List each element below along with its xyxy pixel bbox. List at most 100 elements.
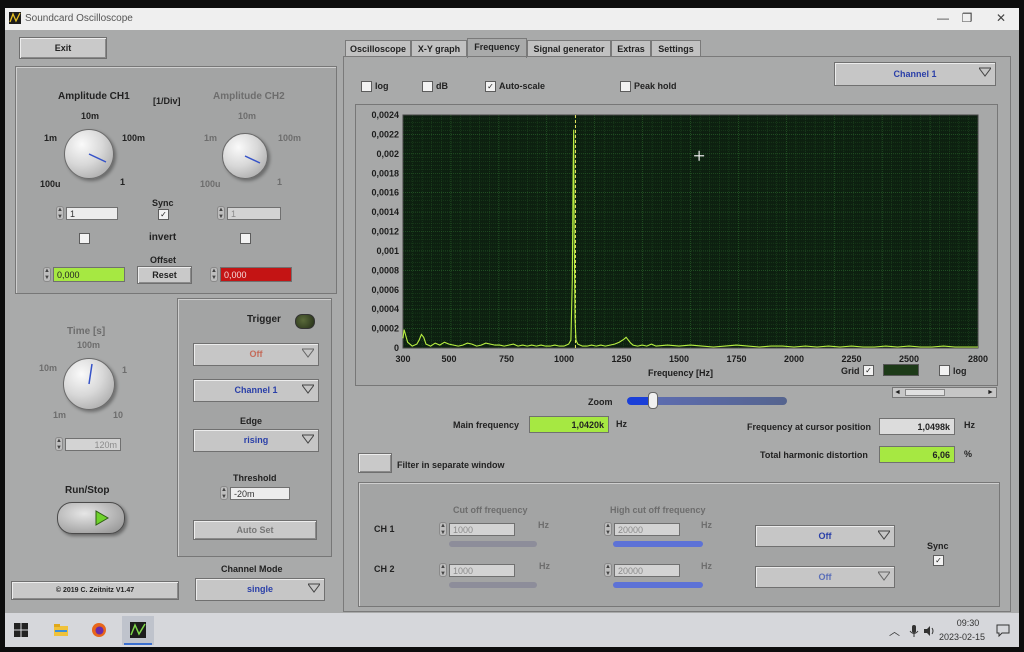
channel-select-dropdown[interactable]: Channel 1: [834, 62, 996, 86]
oscilloscope-taskbar-item[interactable]: [122, 616, 154, 645]
tab-extras[interactable]: Extras: [611, 40, 651, 57]
edge-dropdown[interactable]: rising: [193, 429, 319, 452]
chevron-down-icon: [302, 348, 314, 358]
log-y-checkbox[interactable]: [939, 365, 950, 376]
tab-settings[interactable]: Settings: [651, 40, 701, 57]
log-label: log: [375, 81, 389, 91]
peakhold-checkbox[interactable]: [620, 81, 631, 92]
channel-mode-dropdown[interactable]: single: [195, 578, 325, 601]
x-scrollbar[interactable]: ◄ ►: [892, 387, 997, 398]
ch2-offset-spinner[interactable]: ▲ ▼: [210, 267, 218, 282]
tab-signal-generator[interactable]: Signal generator: [527, 40, 611, 57]
ch1-scale-100u: 100u: [40, 179, 61, 189]
autoscale-checkbox[interactable]: ✓: [485, 81, 496, 92]
ch1-amp-spinner[interactable]: ▲ ▼: [56, 206, 64, 220]
autoset-button[interactable]: Auto Set: [193, 520, 317, 540]
filter-sync-checkbox[interactable]: ✓: [933, 555, 944, 566]
ch2-offset-field[interactable]: 0,000: [220, 267, 292, 282]
ch2-filter-dropdown[interactable]: Off: [755, 566, 895, 588]
threshold-label: Threshold: [233, 473, 277, 483]
ch2-amp-field[interactable]: 1: [227, 207, 281, 220]
ch2-highcut-slider[interactable]: [613, 582, 703, 588]
x-tick-label: 2000: [784, 354, 804, 364]
ch1-cutoff-field[interactable]: 1000: [449, 523, 515, 536]
tab-oscilloscope[interactable]: Oscilloscope: [345, 40, 411, 57]
runstop-button[interactable]: [57, 502, 125, 534]
ch1-cutoff-spinner[interactable]: ▲ ▼: [439, 522, 447, 536]
x-axis-label: Frequency [Hz]: [648, 368, 713, 378]
microphone-icon[interactable]: [909, 625, 919, 638]
ch1-highcut-slider[interactable]: [613, 541, 703, 547]
x-tick-label: 2800: [968, 354, 988, 364]
ch1-scale-1m: 1m: [44, 133, 58, 143]
x-tick-label: 500: [441, 354, 456, 364]
db-checkbox[interactable]: [422, 81, 433, 92]
ch1-highcut-spinner[interactable]: ▲ ▼: [604, 522, 612, 536]
ch1-offset-field[interactable]: 0,000: [53, 267, 125, 282]
speaker-icon[interactable]: [923, 625, 935, 637]
file-explorer-icon[interactable]: [53, 622, 69, 638]
spectrum-plot-frame: 0 0,0002 0,0004 0,0006 0,0008 0,001 0,0012 0,00…: [355, 104, 998, 386]
grid-color-swatch[interactable]: [883, 364, 919, 376]
time-scale-1m: 1m: [53, 410, 67, 420]
scroll-thumb[interactable]: [905, 389, 945, 396]
ch2-amp-spinner[interactable]: ▲ ▼: [217, 206, 225, 220]
sync-checkbox[interactable]: ✓: [158, 209, 169, 220]
threshold-spinner[interactable]: ▲ ▼: [220, 486, 228, 500]
edge-label: Edge: [240, 416, 263, 426]
ch1-cutoff-slider[interactable]: [449, 541, 537, 547]
ch2-cutoff-field[interactable]: 1000: [449, 564, 515, 577]
ch1-filter-dropdown[interactable]: Off: [755, 525, 895, 547]
minimize-button[interactable]: —: [932, 11, 954, 26]
trigger-channel-dropdown[interactable]: Channel 1: [193, 379, 319, 402]
clock-time[interactable]: 09:30: [949, 618, 987, 628]
reset-button[interactable]: Reset: [137, 266, 192, 284]
tab-frequency[interactable]: Frequency: [467, 38, 527, 58]
zoom-slider-thumb[interactable]: [648, 392, 658, 409]
ch2-invert-checkbox[interactable]: [240, 233, 251, 244]
scroll-left-icon[interactable]: ◄: [893, 388, 902, 397]
x-tick-label: 1750: [726, 354, 746, 364]
trigger-led: [295, 314, 315, 329]
app-window: Soundcard Oscilloscope — ❐ ✕ Exit Amplit…: [5, 8, 1019, 647]
ch1-highcut-field[interactable]: 20000: [614, 523, 680, 536]
clock-date[interactable]: 2023-02-15: [939, 632, 985, 642]
taskbar: ︿ 09:30 2023-02-15: [5, 613, 1019, 647]
spectrum-chart[interactable]: 0 0,0002 0,0004 0,0006 0,0008 0,001 0,0012 0,00…: [356, 105, 997, 385]
log-checkbox[interactable]: [361, 81, 372, 92]
scroll-right-icon[interactable]: ►: [986, 388, 995, 397]
amp-ch1-knob[interactable]: [64, 129, 114, 179]
restore-button[interactable]: ❐: [956, 11, 978, 26]
threshold-field[interactable]: -20m: [230, 487, 290, 500]
invert-label: invert: [149, 232, 177, 243]
exit-button[interactable]: Exit: [19, 37, 107, 59]
ch2-scale-10m: 10m: [238, 111, 257, 121]
time-spinner[interactable]: ▲ ▼: [55, 437, 63, 451]
time-field[interactable]: 120m: [65, 438, 121, 451]
ch1-amp-field[interactable]: 1: [66, 207, 118, 220]
ch2-cutoff-spinner[interactable]: ▲ ▼: [439, 563, 447, 577]
ch1-offset-spinner[interactable]: ▲ ▼: [43, 267, 51, 282]
ch2-highcut-spinner[interactable]: ▲ ▼: [604, 563, 612, 577]
ch2-highcut-field[interactable]: 20000: [614, 564, 680, 577]
close-button[interactable]: ✕: [990, 11, 1012, 26]
tray-chevron-icon[interactable]: ︿: [889, 623, 900, 639]
notification-icon[interactable]: [996, 624, 1010, 637]
windows-start-icon[interactable]: [13, 622, 29, 638]
x-tick-label: 2500: [899, 354, 919, 364]
time-knob[interactable]: [63, 358, 115, 410]
amp-ch2-knob[interactable]: [222, 133, 268, 179]
y-tick-label: 0: [394, 343, 399, 353]
chevron-down-icon: [878, 530, 890, 540]
ch2-cutoff-slider[interactable]: [449, 582, 537, 588]
main-freq-field: 1,0420k: [529, 416, 609, 433]
ch1-invert-checkbox[interactable]: [79, 233, 90, 244]
time-scale-10: 10: [113, 410, 124, 420]
filter-window-button[interactable]: [358, 453, 392, 473]
trigger-mode-dropdown[interactable]: Off: [193, 343, 319, 366]
ch2-filter-label: CH 2: [374, 564, 395, 574]
y-tick-label: 0,0006: [371, 285, 399, 295]
tab-xy-graph[interactable]: X-Y graph: [411, 40, 467, 57]
grid-checkbox[interactable]: ✓: [863, 365, 874, 376]
firefox-icon[interactable]: [91, 622, 107, 638]
